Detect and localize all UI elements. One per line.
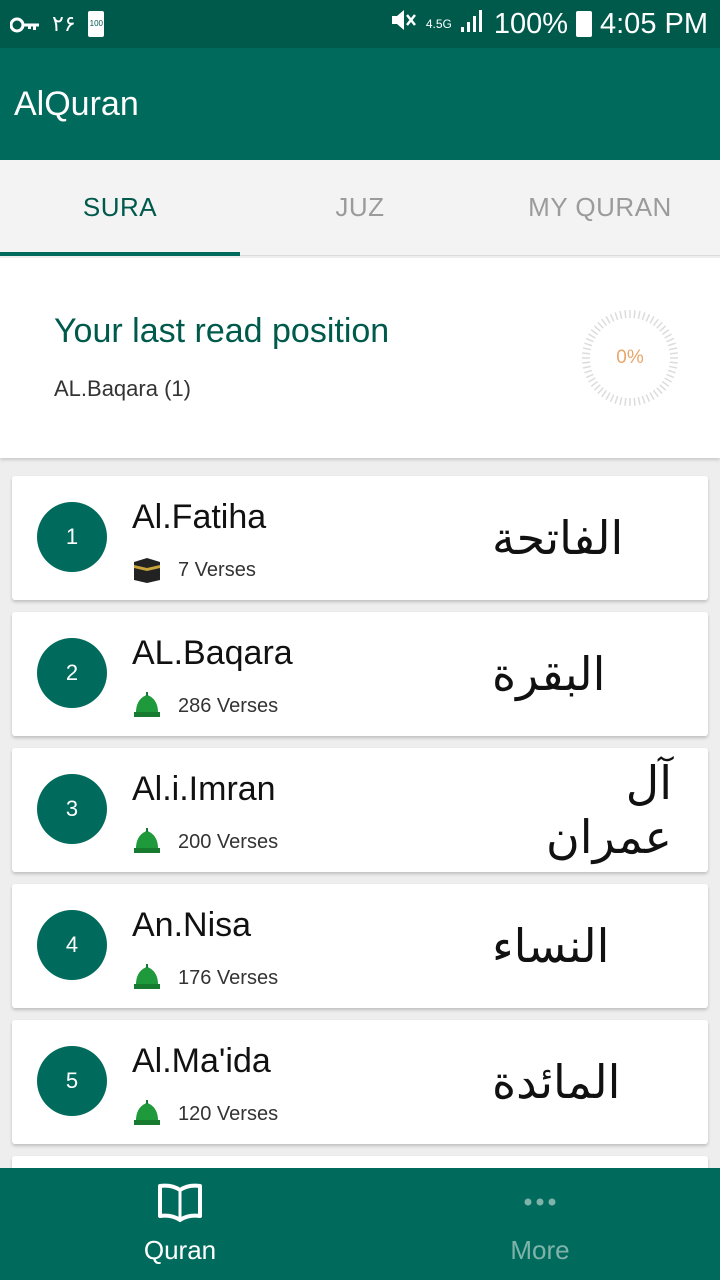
progress-percent: 0% <box>616 347 644 368</box>
tab-juz[interactable]: JUZ <box>240 160 480 255</box>
sura-item[interactable]: 4 An.Nisa 176 Verses النساء <box>12 884 708 1008</box>
sura-arabic-name: الفاتحة <box>492 511 624 565</box>
status-bar: ۲۶ 100 4.5G 100% 4:05 PM <box>0 0 720 48</box>
network-type: 4.5G <box>425 17 452 31</box>
app-title: AlQuran <box>14 84 139 123</box>
status-count: ۲۶ <box>52 11 76 36</box>
nav-quran[interactable]: Quran <box>0 1168 360 1280</box>
last-read-title: Your last read position <box>54 312 390 350</box>
last-read-position: AL.Baqara (1) <box>54 376 191 401</box>
nav-more[interactable]: More <box>360 1168 720 1280</box>
sura-verse-count: 7 Verses <box>178 559 256 581</box>
sura-name: Al.Fatiha <box>132 498 267 536</box>
tab-my-quran[interactable]: MY QURAN <box>480 160 720 255</box>
signal-icon <box>460 8 486 41</box>
sura-item[interactable]: 1 Al.Fatiha 7 Verses الفاتحة <box>12 476 708 600</box>
sura-name: An.Nisa <box>132 906 252 944</box>
sura-item[interactable]: 3 Al.i.Imran 200 Verses آل عمران <box>12 748 708 872</box>
sura-item[interactable]: 2 AL.Baqara 286 Verses البقرة <box>12 612 708 736</box>
sura-arabic-name: النساء <box>492 919 610 973</box>
sura-name: Al.Ma'ida <box>132 1042 271 1080</box>
mute-icon <box>390 7 418 41</box>
bottom-nav: Quran More <box>0 1168 720 1280</box>
tab-bar: SURA JUZ MY QURAN <box>0 160 720 256</box>
sura-name: Al.i.Imran <box>132 770 276 808</box>
green-dome-icon <box>132 828 162 856</box>
tab-my-quran-label: MY QURAN <box>528 192 672 222</box>
nav-more-label: More <box>510 1235 570 1265</box>
clock: 4:05 PM <box>600 7 708 40</box>
sura-verse-count: 200 Verses <box>178 831 279 853</box>
green-dome-icon <box>132 964 162 992</box>
sura-name: AL.Baqara <box>132 634 293 672</box>
tab-juz-label: JUZ <box>335 192 385 222</box>
sura-arabic-name: البقرة <box>492 647 606 701</box>
app-bar: AlQuran <box>0 48 720 160</box>
green-dome-icon <box>132 692 162 720</box>
sura-arabic-name: المائدة <box>492 1055 621 1109</box>
tab-sura-label: SURA <box>82 192 158 222</box>
sura-number-badge: 1 <box>37 502 107 572</box>
sura-verse-count: 120 Verses <box>178 1103 279 1125</box>
sura-verse-count: 286 Verses <box>178 695 279 717</box>
sura-arabic-name: آل عمران <box>546 756 672 864</box>
sura-number-badge: 3 <box>37 774 107 844</box>
sura-verse-count: 176 Verses <box>178 967 279 989</box>
sura-number-badge: 5 <box>37 1046 107 1116</box>
tab-sura[interactable]: SURA <box>0 160 240 256</box>
book-icon <box>157 1182 203 1229</box>
battery-icon <box>576 11 592 37</box>
sura-number-badge: 4 <box>37 910 107 980</box>
sura-number-badge: 2 <box>37 638 107 708</box>
green-dome-icon <box>132 1100 162 1128</box>
sura-item[interactable]: 5 Al.Ma'ida 120 Verses المائدة <box>12 1020 708 1144</box>
battery-small-icon: 100 <box>87 11 104 37</box>
battery-percent: 100% <box>493 7 568 40</box>
nav-quran-label: Quran <box>143 1235 217 1265</box>
key-icon <box>9 8 40 41</box>
kaaba-icon <box>132 556 162 584</box>
more-dots-icon <box>520 1182 560 1229</box>
status-right: 4.5G 100% 4:05 PM <box>390 7 708 41</box>
status-left: ۲۶ 100 <box>9 8 104 41</box>
